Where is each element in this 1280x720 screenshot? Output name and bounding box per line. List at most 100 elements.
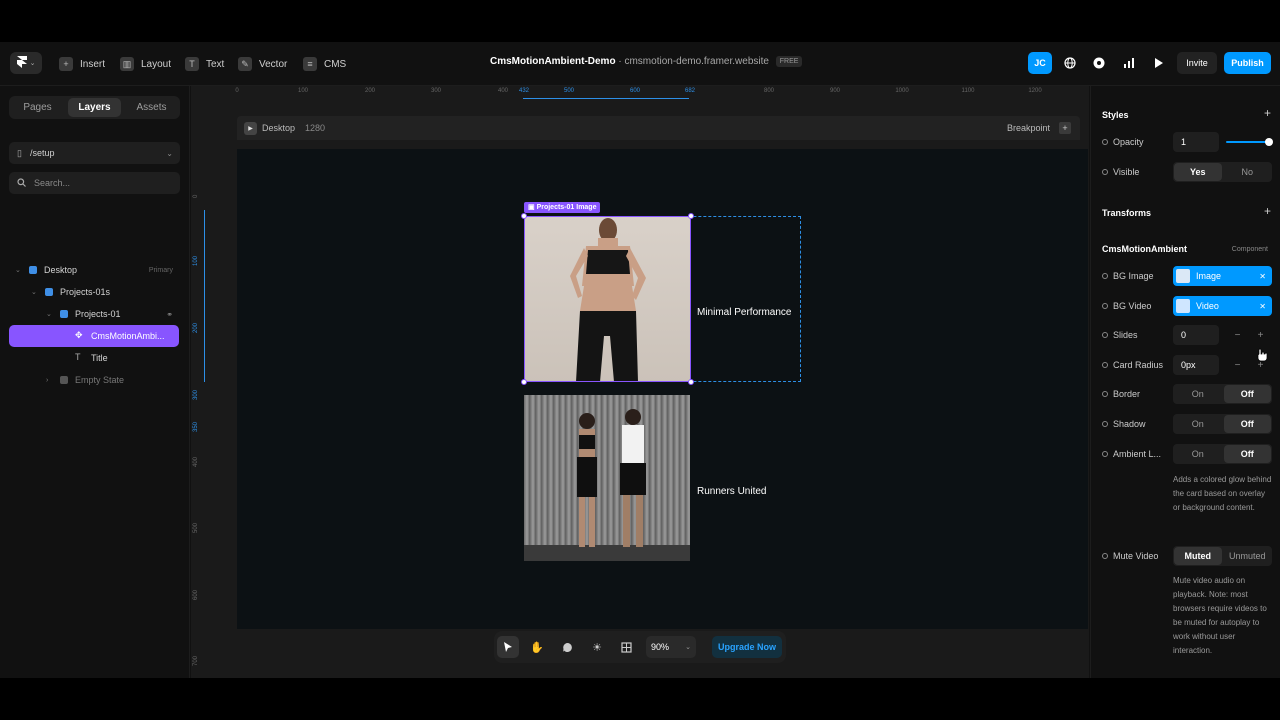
grid-icon[interactable] — [615, 636, 637, 658]
settings-gear-icon[interactable] — [1087, 52, 1111, 74]
project-image-card[interactable] — [524, 395, 690, 561]
resize-handle[interactable] — [521, 213, 527, 219]
variable-dot-icon[interactable] — [1102, 303, 1108, 309]
variable-dot-icon[interactable] — [1102, 362, 1108, 368]
add-transform-icon[interactable]: + — [1264, 204, 1271, 218]
card-radius-input[interactable]: 0px — [1173, 355, 1219, 375]
variable-dot-icon[interactable] — [1102, 332, 1108, 338]
globe-icon[interactable] — [1058, 52, 1082, 74]
resize-handle[interactable] — [521, 379, 527, 385]
chevron-right-icon[interactable]: › — [46, 377, 48, 384]
mute-unmuted[interactable]: Unmuted — [1224, 547, 1272, 565]
frame-header[interactable]: ▶ Desktop 1280 Breakpoint + — [237, 116, 1080, 140]
border-toggle[interactable]: On Off — [1173, 384, 1272, 404]
vector-button[interactable]: ✎ Vector — [238, 54, 287, 74]
variable-dot-icon[interactable] — [1102, 391, 1108, 397]
analytics-bars-icon[interactable] — [1117, 52, 1141, 74]
close-icon[interactable]: ✕ — [1259, 272, 1266, 281]
database-icon: ≡ — [303, 57, 317, 71]
layer-projects-01[interactable]: ⌄ Projects-01 ⚭ — [9, 303, 179, 325]
variable-dot-icon[interactable] — [1102, 169, 1108, 175]
layer-cmsmotionambient[interactable]: ✥ CmsMotionAmbi... — [9, 325, 179, 347]
layout-button[interactable]: ▥ Layout — [120, 54, 171, 74]
hand-tool-icon[interactable]: ✋ — [526, 636, 548, 658]
border-off[interactable]: Off — [1223, 385, 1271, 403]
mute-muted[interactable]: Muted — [1174, 547, 1222, 565]
variable-dot-icon[interactable] — [1102, 553, 1108, 559]
tab-pages[interactable]: Pages — [11, 98, 64, 117]
border-on[interactable]: On — [1174, 385, 1222, 403]
theme-sun-icon[interactable]: ☀ — [586, 636, 608, 658]
bg-image-chip[interactable]: Image ✕ — [1173, 266, 1272, 286]
preview-play-icon[interactable]: ▶ — [244, 121, 257, 135]
component-tag[interactable]: ▣ Projects-01 Image — [524, 202, 601, 213]
opacity-input[interactable]: 1 — [1173, 132, 1219, 152]
tab-layers[interactable]: Layers — [68, 98, 121, 117]
chevron-down-icon[interactable]: ⌄ — [31, 288, 37, 296]
layer-search[interactable] — [9, 172, 180, 194]
comment-icon[interactable] — [556, 636, 578, 658]
breakpoint-label[interactable]: Breakpoint — [1007, 123, 1050, 133]
variable-dot-icon[interactable] — [1102, 451, 1108, 457]
styles-title: Styles — [1102, 110, 1129, 120]
project-title[interactable]: CmsMotionAmbient-Demo · cmsmotion-demo.f… — [490, 56, 803, 67]
preview-play-icon[interactable] — [1147, 52, 1171, 74]
visible-yes[interactable]: Yes — [1174, 163, 1222, 181]
ruler-tick: 300 — [193, 389, 199, 400]
zoom-select[interactable]: 90% ⌄ — [646, 636, 696, 658]
add-breakpoint-icon[interactable]: + — [1059, 122, 1071, 134]
invite-button[interactable]: Invite — [1177, 52, 1217, 74]
layer-projects-01s[interactable]: ⌄ Projects-01s — [9, 281, 179, 303]
canvas[interactable]: 0 100 200 300 400 432 500 600 682 800 90… — [191, 86, 1089, 678]
slider-handle[interactable] — [1265, 138, 1273, 146]
minus-icon[interactable]: − — [1226, 325, 1249, 345]
layer-title[interactable]: T Title — [9, 347, 179, 369]
bg-image-label: BG Image — [1113, 271, 1154, 281]
upgrade-button[interactable]: Upgrade Now — [712, 636, 782, 658]
add-style-icon[interactable]: + — [1264, 106, 1271, 120]
variable-dot-icon[interactable] — [1102, 273, 1108, 279]
visible-no[interactable]: No — [1224, 163, 1272, 181]
visible-toggle[interactable]: Yes No — [1173, 162, 1272, 182]
layer-label: Desktop — [44, 265, 78, 275]
layer-desktop[interactable]: ⌄ Desktop Primary — [9, 259, 179, 281]
resize-handle[interactable] — [688, 213, 694, 219]
ruler-selection-range — [523, 98, 689, 99]
ambient-on[interactable]: On — [1174, 445, 1222, 463]
ambient-toggle[interactable]: On Off — [1173, 444, 1272, 464]
minus-icon[interactable]: − — [1226, 355, 1249, 375]
close-icon[interactable]: ✕ — [1259, 302, 1266, 311]
opacity-slider[interactable] — [1226, 141, 1268, 143]
shadow-on[interactable]: On — [1174, 415, 1222, 433]
shadow-toggle[interactable]: On Off — [1173, 414, 1272, 434]
text-icon: T — [75, 352, 81, 362]
text-label: Text — [206, 58, 225, 70]
transforms-title: Transforms — [1102, 208, 1152, 218]
text-button[interactable]: T Text — [185, 54, 224, 74]
layer-empty-state[interactable]: › Empty State — [9, 369, 179, 391]
stack-icon — [45, 288, 53, 296]
search-input[interactable] — [34, 178, 154, 188]
variable-dot-icon[interactable] — [1102, 139, 1108, 145]
slides-input[interactable]: 0 — [1173, 325, 1219, 345]
bg-video-chip[interactable]: Video ✕ — [1173, 296, 1272, 316]
tab-assets[interactable]: Assets — [125, 98, 178, 117]
publish-button[interactable]: Publish — [1224, 52, 1271, 74]
select-tool-icon[interactable] — [497, 636, 519, 658]
variable-dot-icon[interactable] — [1102, 421, 1108, 427]
shadow-off[interactable]: Off — [1223, 415, 1271, 433]
cms-button[interactable]: ≡ CMS — [303, 54, 346, 74]
page-selector[interactable]: ▯ /setup ⌄ — [9, 142, 180, 164]
mute-toggle[interactable]: Muted Unmuted — [1173, 546, 1272, 566]
ambient-off[interactable]: Off — [1223, 445, 1271, 463]
framer-menu-button[interactable]: ⌄ — [10, 52, 42, 74]
avatar[interactable]: JC — [1028, 52, 1052, 74]
chevron-down-icon[interactable]: ⌄ — [15, 266, 21, 274]
insert-button[interactable]: + Insert — [59, 54, 105, 74]
ruler-tick: 100 — [297, 88, 309, 94]
desktop-frame[interactable]: Minimal Performance Runners United ▣ Pro… — [237, 149, 1088, 629]
stack-icon — [60, 310, 68, 318]
chevron-down-icon[interactable]: ⌄ — [46, 310, 52, 318]
plus-icon[interactable]: + — [1249, 325, 1272, 345]
resize-handle[interactable] — [688, 379, 694, 385]
